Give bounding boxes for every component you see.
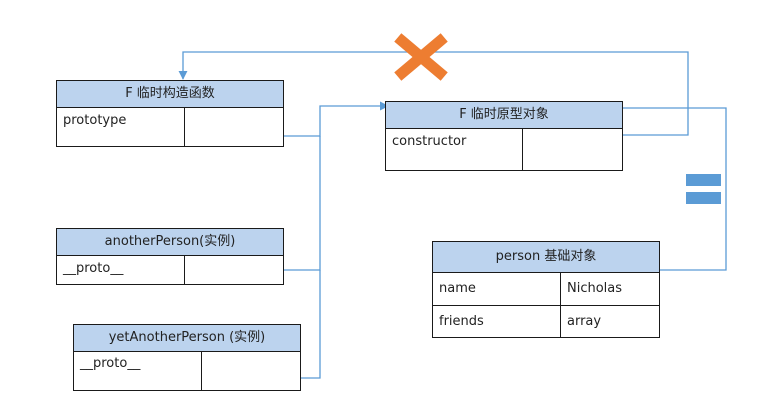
row-key: constructor bbox=[386, 129, 523, 170]
person-base-object-table: person 基础对象 name Nicholas friends array bbox=[432, 241, 660, 338]
row-key: __proto__ bbox=[57, 256, 185, 284]
row-key: name bbox=[433, 273, 561, 305]
row-value: Nicholas bbox=[567, 281, 623, 296]
table-row: friends array bbox=[433, 305, 659, 337]
row-value bbox=[202, 352, 300, 390]
row-value bbox=[185, 108, 283, 146]
equals-icon bbox=[686, 174, 721, 204]
table-title: anotherPerson(实例) bbox=[57, 229, 283, 256]
table-title: F 临时原型对象 bbox=[386, 102, 622, 129]
prototype-object-table: F 临时原型对象 constructor bbox=[385, 101, 623, 171]
row-key: prototype bbox=[57, 108, 185, 146]
row-value bbox=[185, 256, 283, 284]
table-title: person 基础对象 bbox=[433, 242, 659, 273]
cross-icon bbox=[394, 33, 448, 81]
table-row: name Nicholas bbox=[433, 273, 659, 305]
another-person-table: anotherPerson(实例) __proto__ bbox=[56, 228, 284, 285]
table-row: __proto__ bbox=[74, 352, 300, 390]
table-row: prototype bbox=[57, 108, 283, 146]
constructor-function-table: F 临时构造函数 prototype bbox=[56, 80, 284, 147]
table-title: yetAnotherPerson (实例) bbox=[74, 325, 300, 352]
table-title: F 临时构造函数 bbox=[57, 81, 283, 108]
table-row: constructor bbox=[386, 129, 622, 170]
row-key: friends bbox=[433, 306, 561, 337]
yet-another-person-table: yetAnotherPerson (实例) __proto__ bbox=[73, 324, 301, 391]
row-key: __proto__ bbox=[74, 352, 202, 390]
row-value bbox=[523, 129, 622, 170]
table-row: __proto__ bbox=[57, 256, 283, 284]
row-value: array bbox=[567, 314, 602, 329]
